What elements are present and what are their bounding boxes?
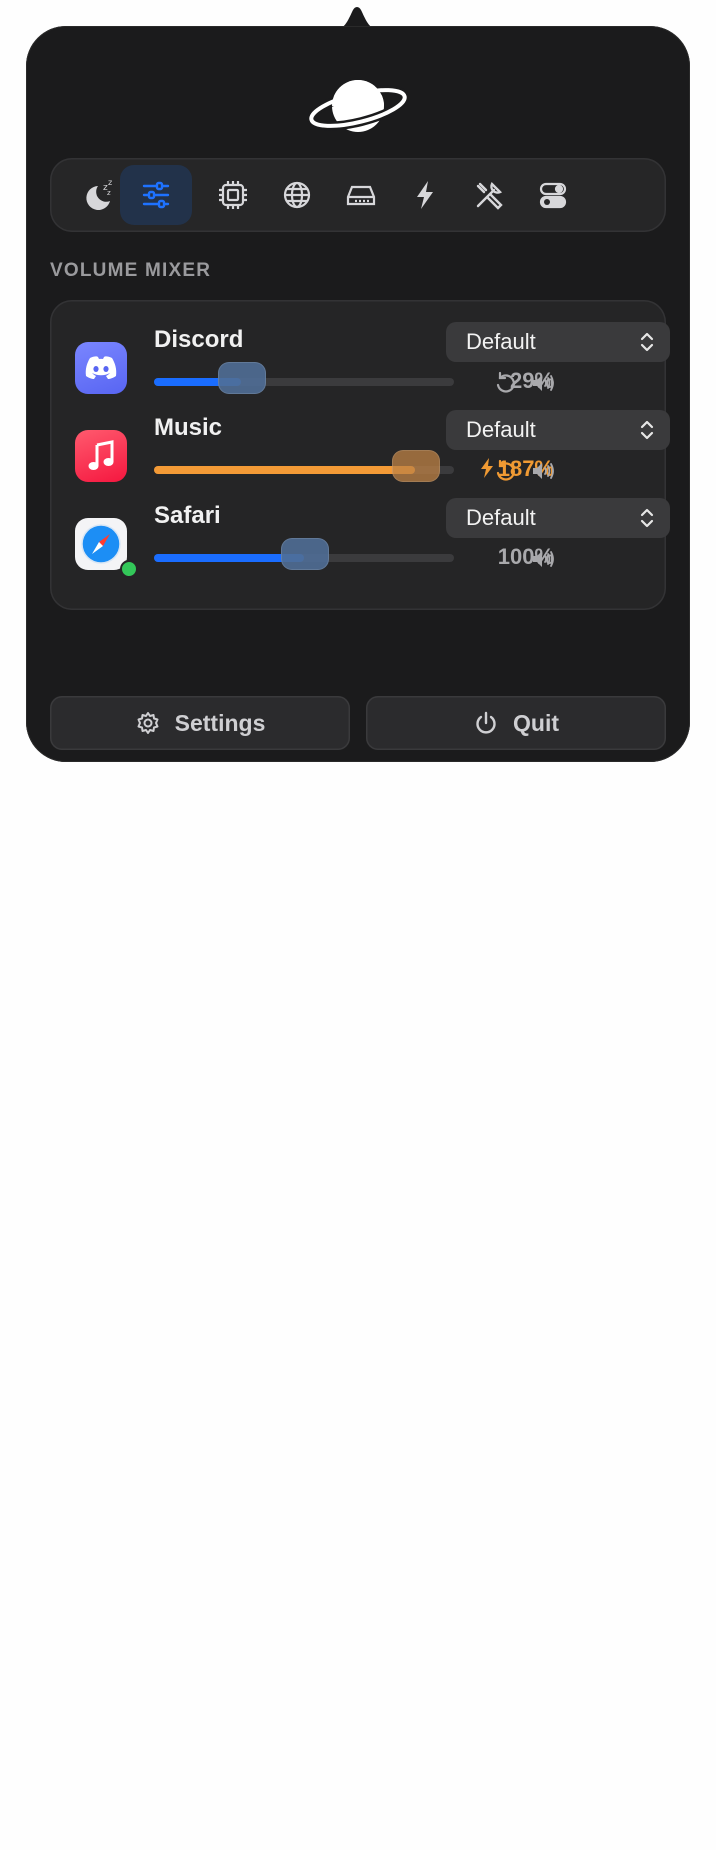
tool-power[interactable] [389, 165, 461, 225]
svg-text:z: z [107, 189, 111, 197]
volume-slider[interactable] [154, 538, 454, 570]
mixer-list: Discord Default 29% Music Default 187% S… [50, 300, 670, 610]
output-device-select[interactable]: Default [446, 322, 670, 362]
tool-volume-mixer[interactable] [120, 165, 192, 225]
quit-button[interactable]: Quit [366, 696, 666, 750]
discord-app-icon [75, 342, 127, 394]
volume-slider-knob[interactable] [392, 450, 440, 482]
settings-label: Settings [174, 709, 266, 736]
safari-app-icon [75, 518, 127, 570]
settings-button[interactable]: Settings [50, 696, 350, 750]
device-label: Default [466, 417, 536, 442]
speaker-icon [533, 463, 554, 479]
volume-slider[interactable] [154, 450, 454, 482]
toolbar: z z z [50, 158, 666, 232]
chevron-up-down-icon [640, 508, 654, 528]
chevron-up-down-icon [640, 420, 654, 440]
drive-icon [346, 185, 376, 206]
speaker-icon [533, 551, 554, 567]
output-device-select[interactable]: Default [446, 410, 670, 450]
sliders-icon [142, 181, 170, 209]
mute-button[interactable] [530, 546, 556, 572]
section-title: VOLUME MIXER [50, 260, 212, 281]
tool-toggles[interactable] [517, 165, 589, 225]
gear-icon [137, 712, 159, 734]
reset-volume-button[interactable] [492, 370, 518, 396]
tool-storage[interactable] [325, 165, 397, 225]
tool-utilities[interactable] [453, 165, 525, 225]
mute-button[interactable] [530, 370, 556, 396]
reset-icon [496, 371, 515, 393]
active-indicator [120, 560, 138, 578]
app-name: Safari [154, 502, 221, 529]
bolt-icon [417, 181, 433, 209]
tool-network[interactable] [261, 165, 333, 225]
device-label: Default [466, 329, 536, 354]
output-device-select[interactable]: Default [446, 498, 670, 538]
app-row-safari: Safari Default 100% [50, 492, 670, 596]
moon-sleep-icon: z z z [86, 178, 112, 210]
volume-mixer-popover: z z z VOLUME MIXER Discord Default 29% M… [26, 26, 690, 762]
volume-slider-knob[interactable] [281, 538, 329, 570]
volume-slider-fill [154, 466, 415, 474]
reset-icon [496, 459, 515, 481]
app-name: Music [154, 414, 223, 441]
volume-slider[interactable] [154, 362, 454, 394]
svg-text:z: z [108, 178, 112, 187]
power-icon [476, 711, 496, 734]
chevron-up-down-icon [640, 332, 654, 352]
reset-volume-button[interactable] [492, 458, 518, 484]
tools-icon [476, 181, 503, 210]
cpu-chip-icon [219, 181, 247, 209]
music-app-icon [75, 430, 127, 482]
tool-cpu[interactable] [197, 165, 269, 225]
volume-slider-knob[interactable] [218, 362, 266, 394]
planet-logo-icon [306, 80, 410, 132]
globe-icon [283, 181, 311, 209]
speaker-icon [533, 375, 554, 391]
device-label: Default [466, 505, 536, 530]
app-name: Discord [154, 326, 244, 353]
quit-label: Quit [513, 709, 559, 736]
mute-button[interactable] [530, 458, 556, 484]
toggles-icon [539, 182, 567, 209]
